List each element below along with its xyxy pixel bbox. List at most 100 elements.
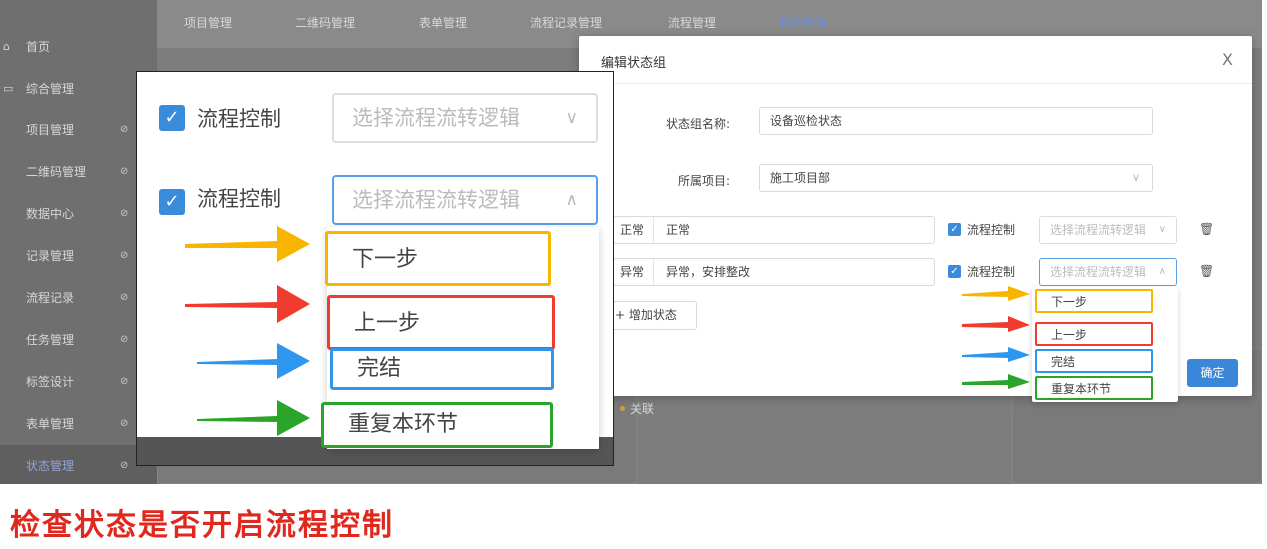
sidebar-group-label: 综合管理 — [26, 82, 75, 96]
status-value: 异常，安排整改 — [666, 265, 751, 279]
tab-flow[interactable]: 流程管理 — [668, 14, 716, 31]
info-icon: ⊘ — [120, 208, 129, 219]
zoomed-detail-panel: ✓ 流程控制 选择流程流转逻辑 ∨ ✓ 流程控制 选择流程流转逻辑 ∧ 下一步 上一… — [136, 71, 614, 466]
flow-logic-select-zoomed[interactable]: 选择流程流转逻辑 ∧ — [332, 175, 598, 225]
option-repeat-step-zoomed[interactable]: 重复本环节 — [321, 402, 553, 448]
project-label: 所属项目: — [677, 174, 730, 188]
tab-project[interactable]: 项目管理 — [184, 14, 232, 31]
chevron-up-icon: ∧ — [1158, 266, 1166, 277]
option-previous-step-zoomed[interactable]: 上一步 — [327, 295, 555, 350]
flow-control-label-zoomed: 流程控制 — [197, 107, 281, 131]
info-icon: ⊘ — [120, 376, 129, 387]
flow-control-label: 流程控制 — [967, 223, 1016, 237]
status-prefix: 异常 — [614, 259, 654, 285]
flow-logic-select[interactable]: 选择流程流转逻辑 ∧ — [1039, 258, 1177, 286]
folder-icon: ▭ — [3, 82, 14, 95]
flow-logic-select[interactable]: 选择流程流转逻辑 ∨ — [1039, 216, 1177, 244]
arrow-blue — [197, 343, 310, 379]
close-icon[interactable]: X — [1222, 50, 1233, 69]
select-placeholder: 选择流程流转逻辑 — [352, 106, 520, 130]
tab-status[interactable]: 状态管理 — [779, 14, 827, 31]
flow-control-checkbox[interactable]: ✓ — [948, 223, 961, 236]
status-group-name-label: 状态组名称: — [665, 117, 730, 131]
info-icon: ⊘ — [120, 250, 129, 261]
project-select[interactable]: 施工项目部 ∨ — [759, 164, 1153, 192]
screenshot-stage: ⌂ 首页 ▭ 综合管理 项目管理 ⊘ 二维码管理 ⊘ 数据中心 ⊘ 记录管理 ⊘ 流程记… — [0, 0, 1267, 549]
sidebar-item-tasks[interactable]: 任务管理 ⊘ — [0, 319, 157, 361]
option-next-step[interactable]: 下一步 — [1035, 289, 1153, 313]
sidebar-item-project[interactable]: 项目管理 ⊘ — [0, 109, 157, 151]
select-placeholder: 选择流程流转逻辑 — [352, 188, 520, 212]
select-placeholder: 选择流程流转逻辑 — [1050, 223, 1147, 237]
flow-control-label: 流程控制 — [967, 265, 1016, 279]
chevron-down-icon: ∨ — [1158, 224, 1166, 235]
arrow-green — [962, 374, 1030, 389]
info-icon: ⊘ — [120, 334, 129, 345]
sidebar-item-label: 项目管理 — [26, 123, 75, 137]
arrow-blue — [962, 347, 1030, 362]
tab-qrcode[interactable]: 二维码管理 — [295, 14, 355, 31]
select-placeholder: 选择流程流转逻辑 — [1050, 265, 1147, 279]
info-icon: ⊘ — [120, 292, 129, 303]
flow-control-checkbox-zoomed[interactable]: ✓ — [159, 189, 185, 215]
sidebar-item-label: 标签设计 — [26, 375, 75, 389]
sidebar-item-forms[interactable]: 表单管理 ⊘ — [0, 403, 157, 445]
sidebar-item-label: 数据中心 — [26, 207, 75, 221]
home-icon: ⌂ — [3, 40, 10, 53]
flow-control-checkbox-zoomed[interactable]: ✓ — [159, 105, 185, 131]
flow-control-label-zoomed: 流程控制 — [197, 187, 281, 211]
sidebar-item-data-center[interactable]: 数据中心 ⊘ — [0, 193, 157, 235]
annotation-arrows-large — [185, 226, 310, 436]
chevron-down-icon: ∨ — [565, 108, 578, 128]
arrow-yellow — [962, 286, 1030, 301]
confirm-button[interactable]: 确定 — [1187, 359, 1238, 387]
trash-icon[interactable]: 🗑 — [1199, 222, 1214, 236]
annotation-arrows-small — [962, 286, 1030, 389]
option-next-step-zoomed[interactable]: 下一步 — [325, 231, 551, 286]
arrow-yellow — [185, 226, 310, 262]
status-group-name-input[interactable]: 设备巡检状态 — [759, 107, 1153, 135]
sidebar-item-label: 首页 — [26, 40, 51, 54]
arrow-green — [197, 400, 310, 436]
sidebar-item-label-design[interactable]: 标签设计 ⊘ — [0, 361, 157, 403]
dialog-title: 编辑状态组 — [601, 56, 667, 71]
link-label[interactable]: 关联 — [630, 400, 654, 417]
option-finish[interactable]: 完结 — [1035, 349, 1153, 373]
sidebar-item-qrcode[interactable]: 二维码管理 ⊘ — [0, 151, 157, 193]
flow-control-checkbox[interactable]: ✓ — [948, 265, 961, 278]
sidebar-item-label: 记录管理 — [26, 249, 75, 263]
sidebar-group-general[interactable]: ▭ 综合管理 — [0, 68, 157, 110]
add-status-button[interactable]: + 增加状态 — [600, 301, 697, 330]
select-value: 施工项目部 — [770, 171, 831, 185]
info-icon: ⊘ — [120, 166, 129, 177]
flow-logic-dropdown: 下一步 上一步 完结 重复本环节 — [1032, 287, 1178, 402]
flow-logic-select-zoomed[interactable]: 选择流程流转逻辑 ∨ — [332, 93, 598, 143]
sidebar-item-status[interactable]: 状态管理 ⊘ — [0, 445, 157, 484]
info-icon: ⊘ — [120, 418, 129, 429]
option-repeat-step[interactable]: 重复本环节 — [1035, 376, 1153, 400]
sidebar-item-label: 表单管理 — [26, 417, 75, 431]
trash-icon[interactable]: 🗑 — [1199, 264, 1214, 278]
status-value: 正常 — [666, 223, 691, 237]
sidebar-item-label: 任务管理 — [26, 333, 75, 347]
input-value: 设备巡检状态 — [770, 114, 843, 128]
option-previous-step[interactable]: 上一步 — [1035, 322, 1153, 346]
tab-forms[interactable]: 表单管理 — [419, 14, 467, 31]
sidebar-item-label: 状态管理 — [26, 459, 75, 473]
status-prefix: 正常 — [614, 217, 654, 243]
sidebar-item-home[interactable]: ⌂ 首页 — [0, 26, 157, 68]
sidebar-item-label: 二维码管理 — [26, 165, 87, 179]
sidebar-item-flow-records[interactable]: 流程记录 ⊘ — [0, 277, 157, 319]
status-input-abnormal[interactable]: 异常 异常，安排整改 — [613, 258, 935, 286]
chevron-up-icon: ∧ — [565, 190, 578, 210]
info-icon: ⊘ — [120, 124, 129, 135]
option-finish-zoomed[interactable]: 完结 — [330, 348, 554, 390]
annotation-caption: 检查状态是否开启流程控制 — [10, 508, 394, 543]
status-input-normal[interactable]: 正常 正常 — [613, 216, 935, 244]
tab-flow-records[interactable]: 流程记录管理 — [530, 14, 602, 31]
sidebar-item-records[interactable]: 记录管理 ⊘ — [0, 235, 157, 277]
arrow-red — [962, 316, 1030, 332]
link-dot — [620, 406, 625, 411]
chevron-down-icon: ∨ — [1131, 171, 1140, 184]
flow-logic-dropdown-zoomed: 下一步 上一步 完结 重复本环节 — [321, 227, 599, 449]
